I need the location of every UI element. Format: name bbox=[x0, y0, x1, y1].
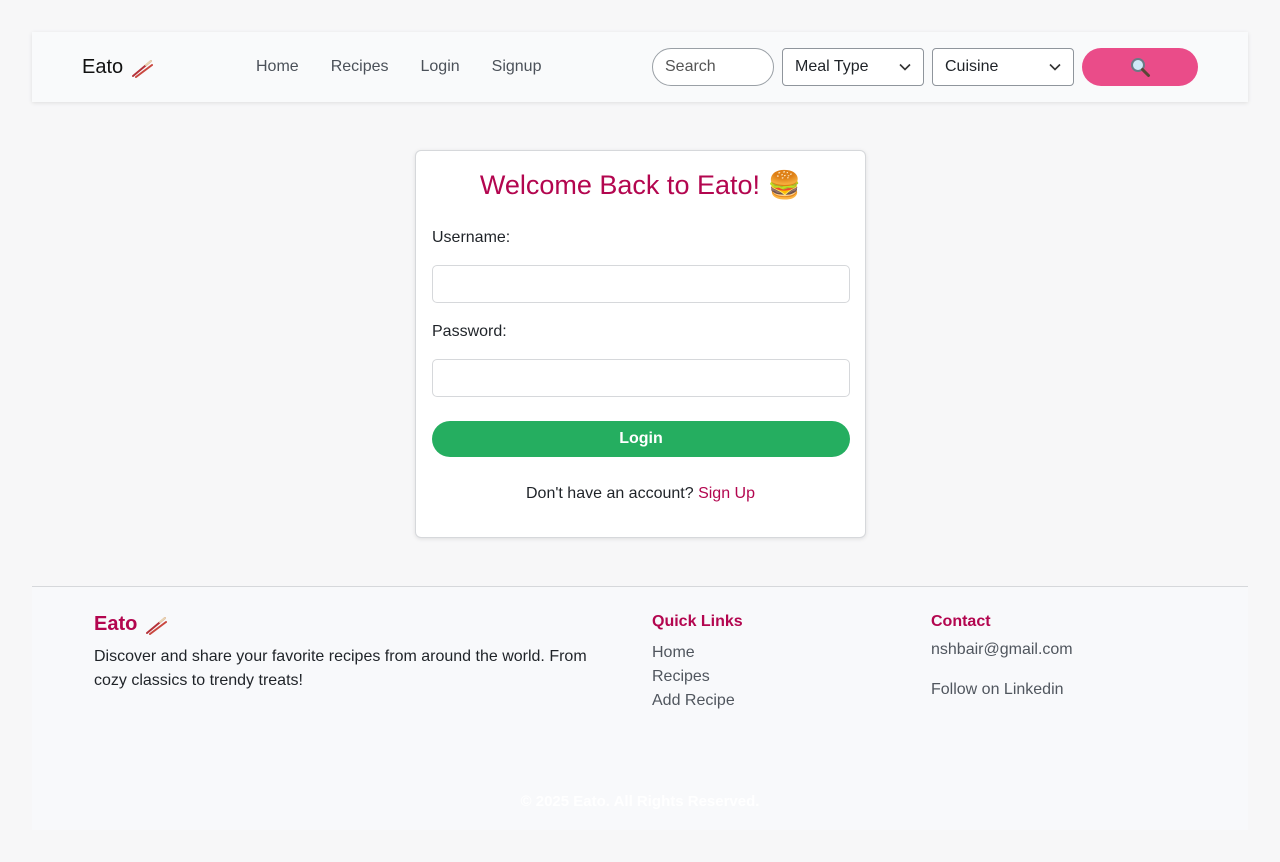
footer: Eato Discover and share your favorite re… bbox=[32, 586, 1248, 830]
login-title: Welcome Back to Eato! 🍔 bbox=[479, 170, 802, 200]
nav-link-signup[interactable]: Signup bbox=[492, 58, 542, 76]
username-input[interactable] bbox=[432, 265, 850, 303]
password-input[interactable] bbox=[432, 359, 850, 397]
password-label: Password: bbox=[432, 323, 507, 340]
cuisine-select[interactable]: Cuisine bbox=[932, 48, 1074, 86]
navbar-brand[interactable]: Eato bbox=[82, 56, 154, 79]
footer-brand-name: Eato bbox=[94, 613, 138, 635]
linkedin-link[interactable]: Follow on Linkedin bbox=[931, 681, 1064, 699]
footer-link-add-recipe[interactable]: Add Recipe bbox=[652, 689, 735, 713]
no-account-text: Don't have an account? bbox=[526, 485, 694, 502]
quick-links: Home Recipes Add Recipe bbox=[652, 641, 735, 713]
nav-link-recipes[interactable]: Recipes bbox=[331, 58, 389, 76]
brand-name: Eato bbox=[82, 56, 124, 78]
chevron-down-icon bbox=[1049, 63, 1061, 71]
navbar: Eato Home Recipes Login Signup Meal Type… bbox=[32, 32, 1248, 102]
footer-description: Discover and share your favorite recipes… bbox=[94, 648, 587, 689]
nav-links: Home Recipes Login Signup bbox=[256, 58, 573, 76]
footer-link-recipes[interactable]: Recipes bbox=[652, 665, 735, 689]
login-button[interactable]: Login bbox=[432, 421, 850, 457]
footer-link-home[interactable]: Home bbox=[652, 641, 735, 665]
chopsticks-icon bbox=[146, 616, 168, 635]
login-card: Welcome Back to Eato! 🍔 Username: Passwo… bbox=[415, 150, 866, 538]
username-label: Username: bbox=[432, 229, 511, 246]
contact-email: nshbair@gmail.com bbox=[931, 641, 1073, 658]
search-button[interactable] bbox=[1082, 48, 1198, 86]
meal-type-select[interactable]: Meal Type bbox=[782, 48, 924, 86]
quick-links-heading: Quick Links bbox=[652, 613, 743, 630]
footer-brand: Eato bbox=[94, 613, 168, 636]
search-input[interactable] bbox=[652, 48, 774, 86]
copyright: © 2025 Eato. All Rights Reserved. bbox=[520, 793, 760, 810]
cuisine-value: Cuisine bbox=[945, 58, 999, 75]
signup-prompt: Don't have an account? Sign Up bbox=[416, 485, 865, 503]
signup-link[interactable]: Sign Up bbox=[698, 485, 755, 502]
nav-link-login[interactable]: Login bbox=[421, 58, 460, 76]
magnifier-icon bbox=[1131, 58, 1150, 77]
meal-type-value: Meal Type bbox=[795, 58, 869, 75]
nav-link-home[interactable]: Home bbox=[256, 58, 299, 76]
contact-heading: Contact bbox=[931, 613, 991, 630]
chopsticks-icon bbox=[132, 59, 154, 78]
chevron-down-icon bbox=[899, 63, 911, 71]
